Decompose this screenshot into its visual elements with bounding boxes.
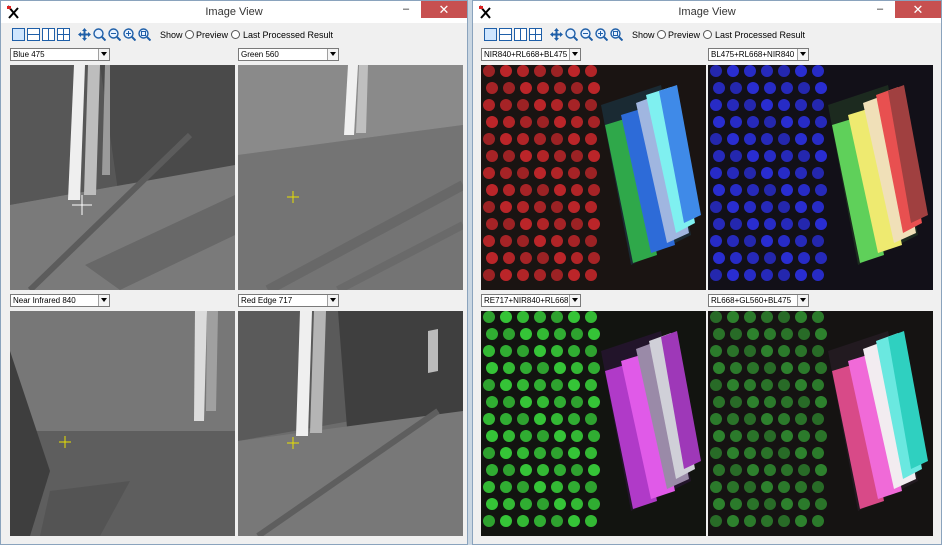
composite-image: [481, 65, 706, 290]
view-single-icon[interactable]: [484, 28, 497, 41]
composite-select-value: RE717+NIR840+RL668: [484, 296, 569, 305]
view-quad-icon[interactable]: [57, 28, 70, 41]
zoom-3-icon[interactable]: [123, 28, 136, 41]
title-bar[interactable]: Image View – ☐ ✕: [473, 1, 941, 23]
band-image: [10, 311, 235, 536]
last-processed-label: Last Processed Result: [243, 30, 334, 40]
band-select-top-left[interactable]: Blue 475: [10, 48, 110, 61]
view-single-icon[interactable]: [12, 28, 25, 41]
zoom-2-icon[interactable]: [580, 28, 593, 41]
composite-select-top-right[interactable]: BL475+RL668+NIR840: [708, 48, 809, 61]
image-view-window-right: Image View – ☐ ✕ Show Preview Last Proce…: [472, 0, 942, 545]
composite-panel-bottom-left[interactable]: [481, 311, 706, 536]
preview-label: Preview: [668, 30, 701, 40]
band-select-bottom-left[interactable]: Near Infrared 840: [10, 294, 110, 307]
preview-label: Preview: [196, 30, 229, 40]
zoom-fit-icon[interactable]: [138, 28, 151, 41]
composite-panel-top-right[interactable]: [708, 65, 933, 290]
toolbar: Show Preview Last Processed Result: [1, 25, 467, 45]
pan-icon[interactable]: [78, 28, 91, 41]
close-button[interactable]: ✕: [895, 1, 941, 18]
band-select-value: Near Infrared 840: [13, 296, 76, 305]
image-panel-red-edge[interactable]: [238, 311, 463, 536]
image-panel-blue[interactable]: [10, 65, 235, 290]
chevron-down-icon: [797, 295, 808, 306]
image-panel-green[interactable]: [238, 65, 463, 290]
view-split-h-icon[interactable]: [27, 28, 40, 41]
last-processed-label: Last Processed Result: [715, 30, 806, 40]
chevron-down-icon: [797, 49, 808, 60]
band-select-top-right[interactable]: Green 560: [238, 48, 339, 61]
zoom-3-icon[interactable]: [595, 28, 608, 41]
preview-radio[interactable]: [185, 30, 194, 39]
band-image: [238, 311, 463, 536]
image-view-window-left: Image View – ☐ ✕ Show Preview Last Proce…: [0, 0, 468, 545]
zoom-1-icon[interactable]: [93, 28, 106, 41]
composite-image: [481, 311, 706, 536]
preview-radio[interactable]: [657, 30, 666, 39]
composite-select-value: RL668+GL560+BL475: [711, 296, 792, 305]
band-select-bottom-right[interactable]: Red Edge 717: [238, 294, 339, 307]
band-select-value: Green 560: [241, 50, 279, 59]
image-panel-nir[interactable]: [10, 311, 235, 536]
composite-select-value: NIR840+RL668+BL475: [484, 50, 568, 59]
zoom-2-icon[interactable]: [108, 28, 121, 41]
show-label: Show: [632, 30, 655, 40]
pan-icon[interactable]: [550, 28, 563, 41]
close-button[interactable]: ✕: [421, 1, 467, 18]
composite-panel-top-left[interactable]: [481, 65, 706, 290]
toolbar: Show Preview Last Processed Result: [473, 25, 941, 45]
title-bar[interactable]: Image View – ☐ ✕: [1, 1, 467, 23]
view-split-h-icon[interactable]: [499, 28, 512, 41]
band-image: [238, 65, 463, 290]
composite-select-bottom-right[interactable]: RL668+GL560+BL475: [708, 294, 809, 307]
view-split-v-icon[interactable]: [514, 28, 527, 41]
band-select-value: Red Edge 717: [241, 296, 293, 305]
composite-image: [708, 311, 933, 536]
last-processed-radio[interactable]: [703, 30, 712, 39]
zoom-fit-icon[interactable]: [610, 28, 623, 41]
show-label: Show: [160, 30, 183, 40]
band-image: [10, 65, 235, 290]
zoom-1-icon[interactable]: [565, 28, 578, 41]
chevron-down-icon: [569, 49, 580, 60]
view-quad-icon[interactable]: [529, 28, 542, 41]
chevron-down-icon: [569, 295, 580, 306]
composite-image: [708, 65, 933, 290]
band-select-value: Blue 475: [13, 50, 45, 59]
chevron-down-icon: [98, 49, 109, 60]
view-split-v-icon[interactable]: [42, 28, 55, 41]
last-processed-radio[interactable]: [231, 30, 240, 39]
composite-select-top-left[interactable]: NIR840+RL668+BL475: [481, 48, 581, 61]
composite-select-bottom-left[interactable]: RE717+NIR840+RL668: [481, 294, 581, 307]
composite-panel-bottom-right[interactable]: [708, 311, 933, 536]
composite-select-value: BL475+RL668+NIR840: [711, 50, 795, 59]
chevron-down-icon: [327, 49, 338, 60]
chevron-down-icon: [98, 295, 109, 306]
chevron-down-icon: [327, 295, 338, 306]
